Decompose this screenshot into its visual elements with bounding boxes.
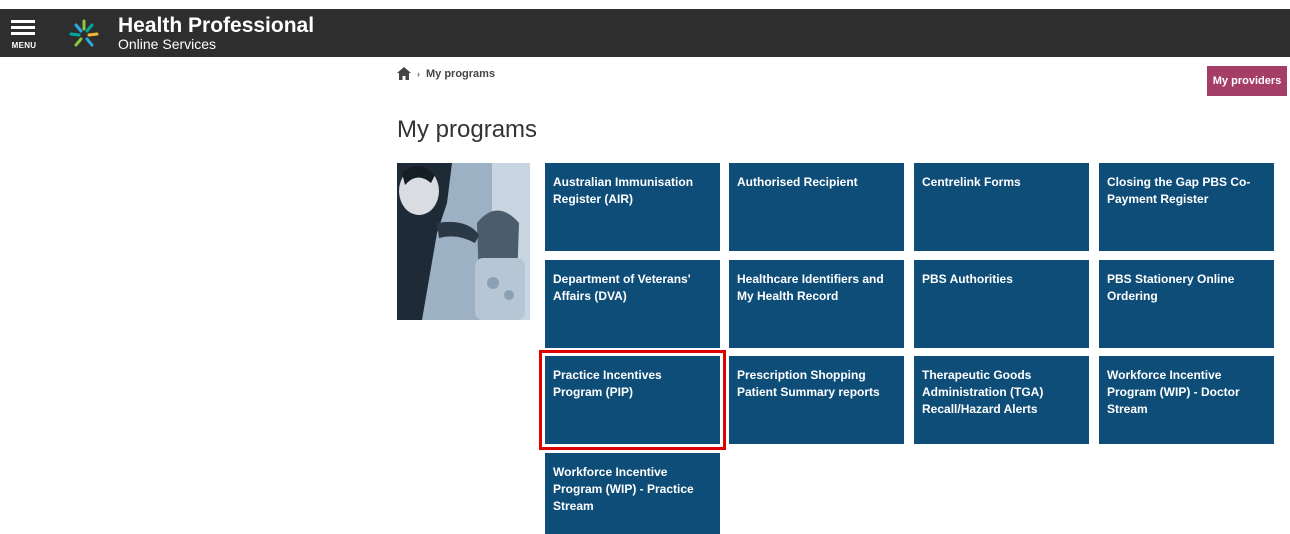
page-title: My programs: [397, 116, 538, 143]
hamburger-icon: [11, 20, 35, 36]
my-providers-button[interactable]: My providers: [1207, 66, 1287, 96]
program-tile-air[interactable]: Australian Immunisation Register (AIR): [545, 163, 720, 251]
program-tile-wip-practice[interactable]: Workforce Incentive Program (WIP) - Prac…: [545, 453, 720, 534]
breadcrumb-current: My programs: [426, 67, 496, 80]
brand-title: Health Professional: [118, 14, 315, 37]
brand-subtitle: Online Services: [118, 36, 217, 52]
top-bar: MENU Health Professional Online Services: [0, 9, 1290, 57]
program-tile-pbs-stationery[interactable]: PBS Stationery Online Ordering: [1099, 260, 1274, 348]
program-tile-pbs-authorities[interactable]: PBS Authorities: [914, 260, 1089, 348]
program-tile-centrelink-forms[interactable]: Centrelink Forms: [914, 163, 1089, 251]
star-logo-icon[interactable]: [64, 17, 104, 51]
program-tile-dva[interactable]: Department of Veterans' Affairs (DVA): [545, 260, 720, 348]
program-tile-authorised-recipient[interactable]: Authorised Recipient: [729, 163, 904, 251]
home-icon[interactable]: [397, 67, 411, 80]
hero-photo: [397, 163, 530, 320]
breadcrumb-separator: ›: [417, 68, 420, 79]
program-tile-wip-doctor[interactable]: Workforce Incentive Program (WIP) - Doct…: [1099, 356, 1274, 444]
menu-button[interactable]: MENU: [9, 15, 39, 51]
brand[interactable]: Health Professional Online Services: [118, 15, 314, 51]
menu-label: MENU: [11, 41, 37, 50]
program-tile-closing-the-gap[interactable]: Closing the Gap PBS Co-Payment Register: [1099, 163, 1274, 251]
program-tile-tga[interactable]: Therapeutic Goods Administration (TGA) R…: [914, 356, 1089, 444]
breadcrumb: › My programs: [397, 67, 495, 80]
program-tile-pip[interactable]: Practice Incentives Program (PIP): [539, 350, 726, 450]
program-tile-prescription-shopping[interactable]: Prescription Shopping Patient Summary re…: [729, 356, 904, 444]
program-tile-healthcare-identifiers[interactable]: Healthcare Identifiers and My Health Rec…: [729, 260, 904, 348]
